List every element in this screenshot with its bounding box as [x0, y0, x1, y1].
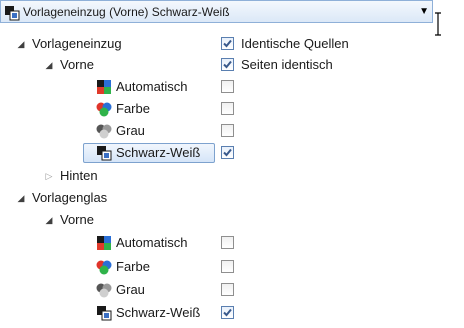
- black-white-icon: [96, 145, 112, 161]
- tree-item-color[interactable]: Farbe: [0, 256, 240, 278]
- tree-node-feeder-back[interactable]: ▷ Hinten: [0, 165, 210, 187]
- expand-arrow-icon[interactable]: ◢: [44, 54, 54, 76]
- collapsed-arrow-icon[interactable]: ▷: [44, 165, 54, 187]
- tree-node-flatbed[interactable]: ◢ Vorlagenglas: [0, 187, 210, 209]
- gray-checkbox[interactable]: [221, 283, 234, 296]
- tree-node-feeder-front[interactable]: ◢ Vorne: [0, 54, 210, 76]
- tree-item-label: Schwarz-Weiß: [116, 145, 201, 160]
- tree-node-label: Vorne: [60, 212, 94, 227]
- settings-dropdown[interactable]: Vorlageneinzug (Vorne) Schwarz-Weiß ▼: [0, 0, 433, 23]
- tree-item-black-white-selected[interactable]: Schwarz-Weiß: [0, 142, 240, 164]
- tree-item-black-white[interactable]: Schwarz-Weiß: [0, 302, 240, 324]
- tree-item-label: Grau: [116, 123, 145, 138]
- expand-arrow-icon[interactable]: ◢: [16, 187, 26, 209]
- black-white-icon: [96, 305, 112, 321]
- tree-item-gray[interactable]: Grau: [0, 279, 240, 301]
- tree-item-label: Automatisch: [116, 235, 188, 250]
- tree-node-label: Vorlageneinzug: [32, 36, 122, 51]
- identical-sources-label: Identische Quellen: [241, 36, 349, 51]
- dropdown-selected-value: Vorlageneinzug (Vorne) Schwarz-Weiß: [23, 5, 230, 19]
- color-icon: [96, 259, 112, 275]
- color-checkbox[interactable]: [221, 102, 234, 115]
- tree-item-label: Schwarz-Weiß: [116, 305, 201, 320]
- expand-arrow-icon[interactable]: ◢: [16, 33, 26, 55]
- automatic-color-icon: [96, 235, 112, 251]
- tree-item-label: Automatisch: [116, 79, 188, 94]
- tree-node-flatbed-front[interactable]: ◢ Vorne: [0, 209, 210, 231]
- chevron-down-icon[interactable]: ▼: [419, 6, 429, 17]
- automatic-color-icon: [96, 79, 112, 95]
- tree-node-label: Vorne: [60, 57, 94, 72]
- gray-checkbox[interactable]: [221, 124, 234, 137]
- grayscale-icon: [96, 282, 112, 298]
- scan-settings-panel: Vorlageneinzug (Vorne) Schwarz-Weiß ▼ ◢ …: [0, 0, 464, 322]
- black-white-icon: [4, 5, 20, 21]
- black-white-checkbox[interactable]: [221, 306, 234, 319]
- tree-item-label: Grau: [116, 282, 145, 297]
- automatic-checkbox[interactable]: [221, 236, 234, 249]
- expand-arrow-icon[interactable]: ◢: [44, 209, 54, 231]
- grayscale-icon: [96, 123, 112, 139]
- color-checkbox[interactable]: [221, 260, 234, 273]
- identical-sources-checkbox[interactable]: [221, 37, 234, 50]
- tree-item-gray[interactable]: Grau: [0, 120, 240, 142]
- identical-sides-label: Seiten identisch: [241, 57, 333, 72]
- tree-item-automatic[interactable]: Automatisch: [0, 232, 240, 254]
- tree-item-label: Farbe: [116, 101, 150, 116]
- tree-node-label: Vorlagenglas: [32, 190, 108, 205]
- tree-item-label: Farbe: [116, 259, 150, 274]
- tree-item-color[interactable]: Farbe: [0, 98, 240, 120]
- black-white-checkbox[interactable]: [221, 146, 234, 159]
- color-icon: [96, 101, 112, 117]
- identical-sides-checkbox[interactable]: [221, 58, 234, 71]
- tree-item-automatic[interactable]: Automatisch: [0, 76, 240, 98]
- automatic-checkbox[interactable]: [221, 80, 234, 93]
- tree-node-label: Hinten: [60, 168, 98, 183]
